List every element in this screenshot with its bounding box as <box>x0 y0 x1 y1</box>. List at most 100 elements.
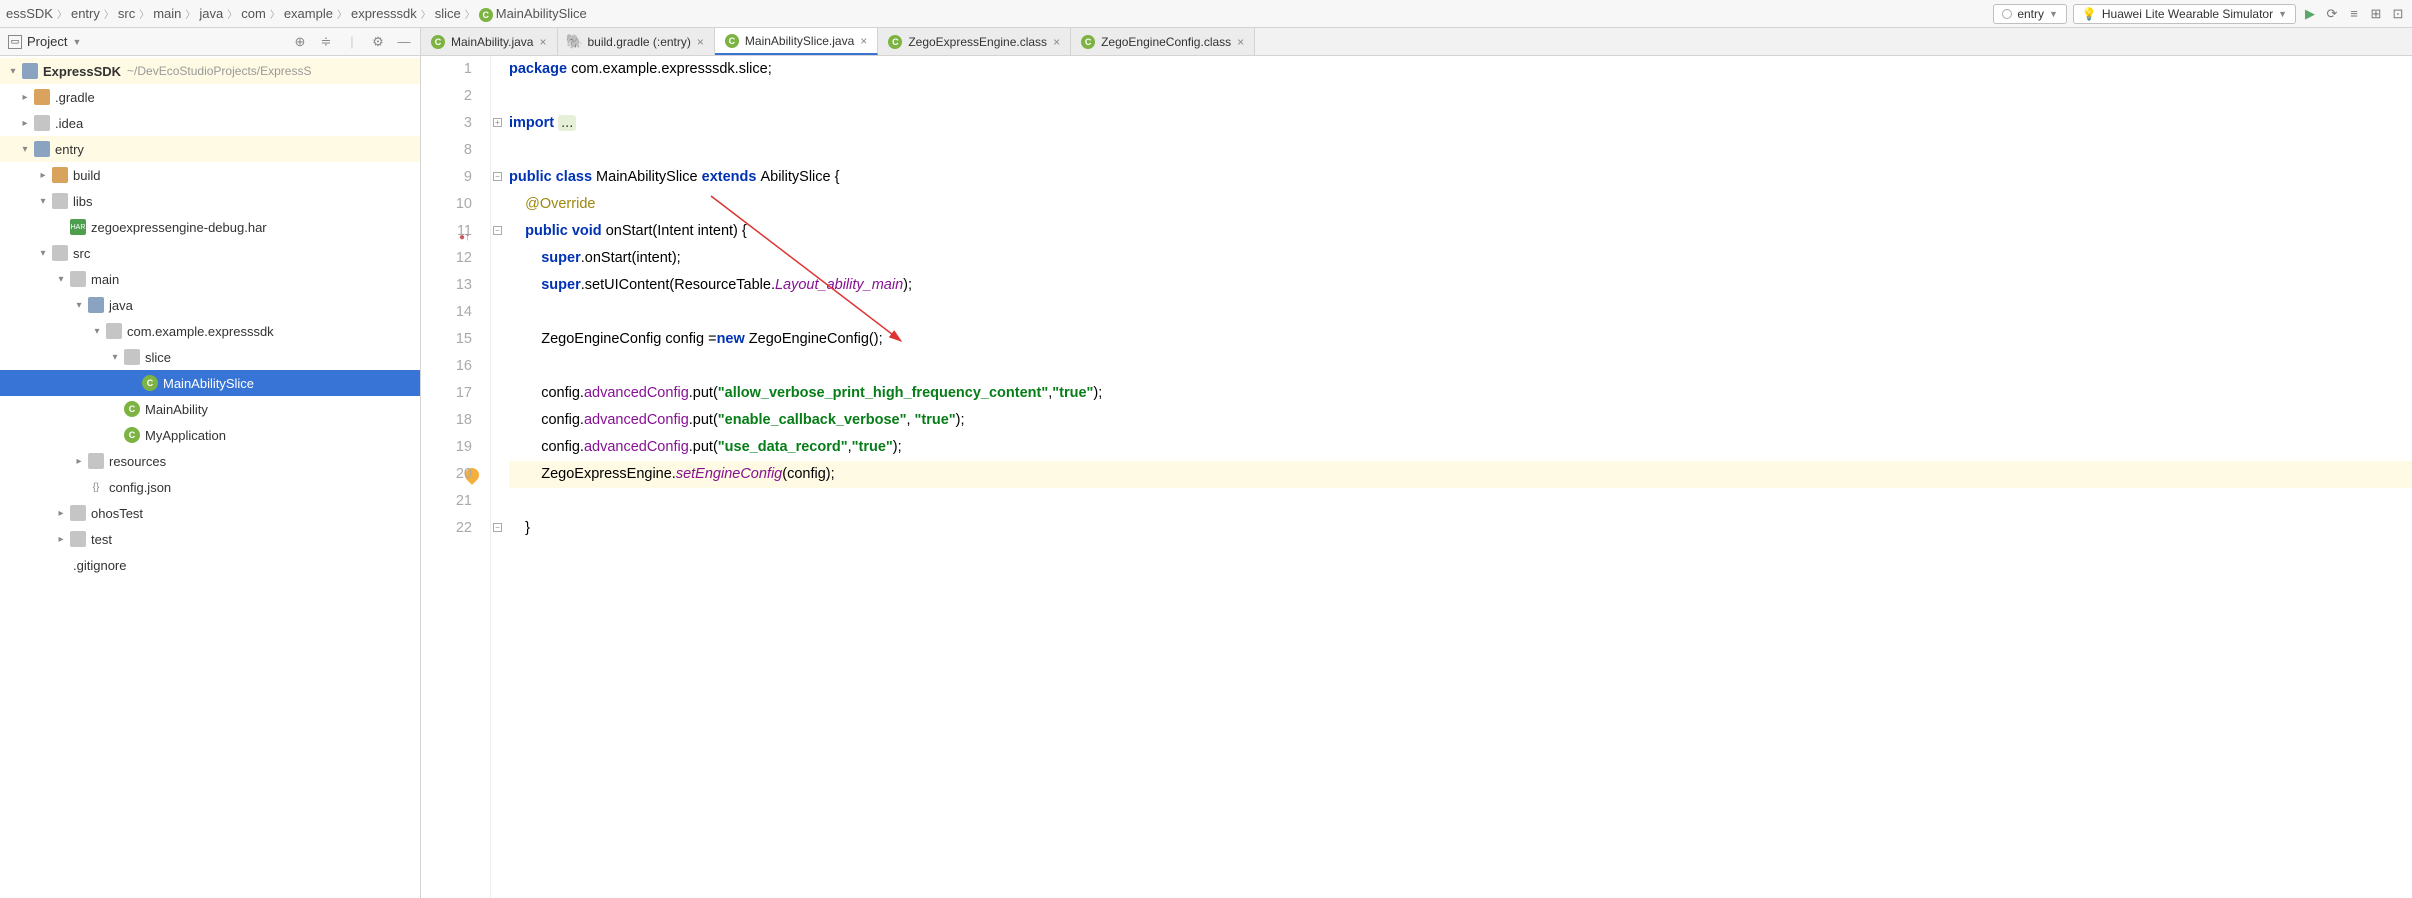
tree-row[interactable]: {}config.json <box>0 474 420 500</box>
crumb[interactable]: main <box>153 6 181 21</box>
tree-row[interactable]: ▾slice <box>0 344 420 370</box>
code-line[interactable]: super.onStart(intent); <box>509 245 2412 272</box>
tree-row[interactable]: CMainAbility <box>0 396 420 422</box>
code-line[interactable] <box>509 137 2412 164</box>
tree-row[interactable]: ▾java <box>0 292 420 318</box>
code-line[interactable]: ZegoExpressEngine.setEngineConfig(config… <box>509 461 2412 488</box>
hide-icon[interactable]: — <box>396 34 412 50</box>
close-icon[interactable]: × <box>539 35 546 49</box>
folder-g-icon <box>70 505 86 521</box>
toolbar-actions: ▶ ⟳ ≡ ⊞ ⊡ <box>2302 6 2406 22</box>
bulb-icon: 💡 <box>2082 7 2097 21</box>
folder-g-icon <box>124 349 140 365</box>
close-icon[interactable]: × <box>860 34 867 48</box>
tree-row[interactable]: ▸build <box>0 162 420 188</box>
class-icon: C <box>725 34 739 48</box>
code-area[interactable]: 123891011●↑1213141516171819202122 + − − − p… <box>421 56 2412 898</box>
code-line[interactable]: @Override <box>509 191 2412 218</box>
sidebar-header: ▭ Project ▼ ⊕ ≑ | ⚙ — <box>0 28 420 56</box>
har-icon: HAR <box>70 219 86 235</box>
code-line[interactable] <box>509 353 2412 380</box>
code-line[interactable] <box>509 299 2412 326</box>
close-icon[interactable]: × <box>1053 35 1060 49</box>
tree-row[interactable]: ▸.idea <box>0 110 420 136</box>
fold-toggle[interactable]: − <box>493 172 502 181</box>
main: ▭ Project ▼ ⊕ ≑ | ⚙ — ▾ExpressSDK~/DevEc… <box>0 28 2412 898</box>
code-line[interactable]: ZegoEngineConfig config =new ZegoEngineC… <box>509 326 2412 353</box>
crumb[interactable]: com <box>241 6 266 21</box>
tree-row[interactable]: ▾com.example.expresssdk <box>0 318 420 344</box>
file-icon <box>52 557 68 573</box>
code-line[interactable]: public void onStart(Intent intent) { <box>509 218 2412 245</box>
folder-g-icon <box>70 271 86 287</box>
fold-toggle[interactable]: + <box>493 118 502 127</box>
tree-row[interactable]: ▸.gradle <box>0 84 420 110</box>
tree-row[interactable]: CMyApplication <box>0 422 420 448</box>
code-line[interactable]: config.advancedConfig.put("use_data_reco… <box>509 434 2412 461</box>
locate-icon[interactable]: ⊕ <box>292 34 308 50</box>
tree-row[interactable]: ▸resources <box>0 448 420 474</box>
editor-tab[interactable]: CMainAbility.java× <box>421 28 558 55</box>
more-icon[interactable]: ⊡ <box>2390 6 2406 22</box>
project-tree[interactable]: ▾ExpressSDK~/DevEcoStudioProjects/Expres… <box>0 56 420 898</box>
tree-row[interactable]: ▾main <box>0 266 420 292</box>
fold-toggle[interactable]: − <box>493 226 502 235</box>
tree-root[interactable]: ▾ExpressSDK~/DevEcoStudioProjects/Expres… <box>0 58 420 84</box>
gutter: 123891011●↑1213141516171819202122 <box>421 56 491 898</box>
code-line[interactable]: config.advancedConfig.put("allow_verbose… <box>509 380 2412 407</box>
code-line[interactable]: import ... <box>509 110 2412 137</box>
refresh-icon[interactable]: ⟳ <box>2324 6 2340 22</box>
editor-tab[interactable]: CMainAbilitySlice.java× <box>715 28 878 55</box>
code-line[interactable] <box>509 83 2412 110</box>
class-icon: C <box>1081 35 1095 49</box>
crumb[interactable]: entry <box>71 6 100 21</box>
tree-row[interactable]: .gitignore <box>0 552 420 578</box>
folder-g-icon <box>52 245 68 261</box>
crumb[interactable]: slice <box>435 6 461 21</box>
tree-row[interactable]: ▾entry <box>0 136 420 162</box>
editor-tab[interactable]: 🐘build.gradle (:entry)× <box>558 28 715 55</box>
folder-icon <box>52 167 68 183</box>
code-content[interactable]: package com.example.expresssdk.slice; imp… <box>505 56 2412 898</box>
fold-toggle[interactable]: − <box>493 523 502 532</box>
project-view-selector[interactable]: ▭ Project ▼ <box>8 34 81 49</box>
topbar-right: entry ▼ 💡 Huawei Lite Wearable Simulator… <box>1993 4 2406 24</box>
crumb[interactable]: src <box>118 6 135 21</box>
close-icon[interactable]: × <box>1237 35 1244 49</box>
gear-icon[interactable]: ⚙ <box>370 34 386 50</box>
crumb[interactable]: CMainAbilitySlice <box>479 6 587 22</box>
collapse-icon[interactable]: ≑ <box>318 34 334 50</box>
breadcrumb[interactable]: essSDK〉entry〉src〉main〉java〉com〉example〉e… <box>6 6 587 22</box>
settings-icon[interactable]: ⊞ <box>2368 6 2384 22</box>
override-marker-icon[interactable]: ●↑ <box>458 224 470 236</box>
folder-g-icon <box>88 453 104 469</box>
fold-column[interactable]: + − − − <box>491 56 505 898</box>
module-dropdown[interactable]: entry ▼ <box>1993 4 2067 24</box>
code-line[interactable]: config.advancedConfig.put("enable_callba… <box>509 407 2412 434</box>
tree-row[interactable]: CMainAbilitySlice <box>0 370 420 396</box>
tree-row[interactable]: ▸ohosTest <box>0 500 420 526</box>
code-line[interactable] <box>509 488 2412 515</box>
code-line[interactable]: } <box>509 515 2412 542</box>
crumb[interactable]: java <box>199 6 223 21</box>
crumb[interactable]: essSDK <box>6 6 53 21</box>
code-line[interactable]: package com.example.expresssdk.slice; <box>509 56 2412 83</box>
editor-tabs: CMainAbility.java×🐘build.gradle (:entry)… <box>421 28 2412 56</box>
editor-tab[interactable]: CZegoExpressEngine.class× <box>878 28 1071 55</box>
tree-row[interactable]: ▾src <box>0 240 420 266</box>
code-line[interactable]: super.setUIContent(ResourceTable.Layout_… <box>509 272 2412 299</box>
close-icon[interactable]: × <box>697 35 704 49</box>
code-line[interactable]: public class MainAbilitySlice extends Ab… <box>509 164 2412 191</box>
stop-icon[interactable]: ≡ <box>2346 6 2362 21</box>
crumb[interactable]: expresssdk <box>351 6 417 21</box>
tree-row[interactable]: ▾libs <box>0 188 420 214</box>
tree-row[interactable]: HARzegoexpressengine-debug.har <box>0 214 420 240</box>
folder-g-icon <box>106 323 122 339</box>
tree-row[interactable]: ▸test <box>0 526 420 552</box>
target-dropdown[interactable]: 💡 Huawei Lite Wearable Simulator ▼ <box>2073 4 2296 24</box>
crumb[interactable]: example <box>284 6 333 21</box>
editor: CMainAbility.java×🐘build.gradle (:entry)… <box>421 28 2412 898</box>
sidebar-tools: ⊕ ≑ | ⚙ — <box>292 34 412 50</box>
editor-tab[interactable]: CZegoEngineConfig.class× <box>1071 28 1255 55</box>
run-icon[interactable]: ▶ <box>2302 6 2318 22</box>
